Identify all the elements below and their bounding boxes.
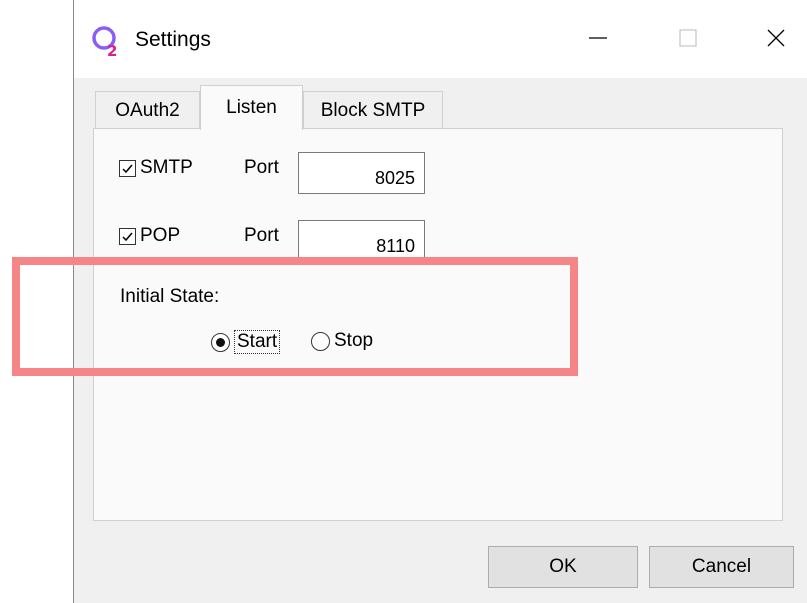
radio-selected-icon — [211, 332, 230, 352]
tab-listen[interactable]: Listen — [200, 85, 303, 130]
radio-unselected-icon — [311, 331, 330, 351]
tab-label: OAuth2 — [115, 99, 180, 121]
title-bar[interactable]: 2 Settings — [74, 0, 807, 78]
smtp-port-label: Port — [244, 157, 279, 178]
checkbox-box — [119, 159, 136, 177]
window-title: Settings — [135, 28, 211, 51]
checkmark-icon — [122, 164, 133, 173]
stop-radio[interactable]: Stop — [311, 330, 373, 352]
ok-button[interactable]: OK — [488, 546, 638, 588]
close-icon[interactable] — [746, 20, 806, 56]
minimize-icon[interactable] — [568, 20, 628, 56]
stop-label: Stop — [334, 330, 374, 351]
pop-label: POP — [140, 225, 181, 246]
listen-panel — [93, 128, 783, 521]
tab-label: Block SMTP — [320, 99, 426, 121]
q2-app-icon: 2 — [90, 24, 124, 60]
smtp-checkbox[interactable]: SMTP — [119, 157, 193, 179]
tab-label: Listen — [226, 97, 277, 118]
tab-block-smtp[interactable]: Block SMTP — [303, 91, 443, 129]
checkmark-icon — [122, 232, 133, 241]
ok-label: OK — [549, 556, 577, 577]
cancel-button[interactable]: Cancel — [649, 546, 794, 588]
tab-oauth2[interactable]: OAuth2 — [95, 91, 200, 129]
start-label: Start — [234, 330, 281, 354]
checkbox-box — [119, 227, 136, 245]
smtp-port-input[interactable]: 8025 — [298, 152, 425, 194]
pop-checkbox[interactable]: POP — [119, 225, 180, 247]
smtp-label: SMTP — [140, 157, 193, 178]
maximize-icon[interactable] — [658, 20, 718, 56]
svg-text:2: 2 — [107, 42, 117, 58]
pop-port-input[interactable]: 8110 — [298, 220, 425, 262]
initial-state-label: Initial State: — [120, 286, 220, 307]
start-radio[interactable]: Start — [211, 330, 281, 354]
cancel-label: Cancel — [691, 556, 752, 577]
pop-port-label: Port — [244, 225, 279, 246]
